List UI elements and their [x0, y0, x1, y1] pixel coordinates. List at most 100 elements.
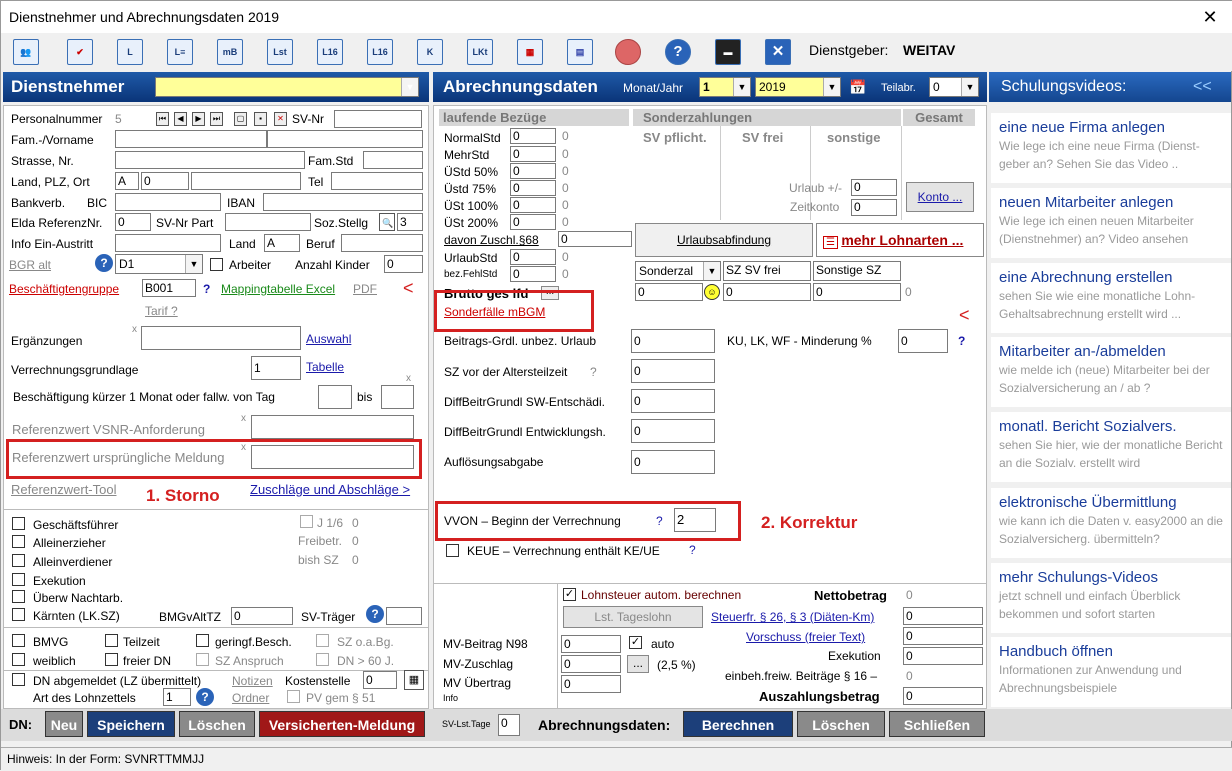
exekution-checkbox[interactable]	[12, 573, 25, 586]
next-record-button[interactable]: ▶	[192, 112, 205, 126]
toolbar-Lst-button[interactable]: Lst	[267, 39, 293, 65]
ort-input[interactable]	[191, 172, 301, 190]
bic-input[interactable]	[115, 193, 221, 211]
beschgrp-input[interactable]: B001	[142, 279, 196, 297]
diff1-input[interactable]: 0	[631, 389, 715, 413]
keue-help[interactable]: ?	[689, 543, 696, 557]
toolbar-K-button[interactable]: K	[417, 39, 443, 65]
mehrstd-input[interactable]: 0	[510, 146, 556, 162]
mv-uebertrag-input[interactable]: 0	[561, 675, 621, 693]
toolbar-Lm-button[interactable]: L≡	[167, 39, 193, 65]
freierdn-checkbox[interactable]	[105, 653, 118, 666]
auto-checkbox[interactable]: ✓	[629, 636, 642, 649]
auswahl-link[interactable]: Auswahl	[306, 332, 351, 346]
vorname-input[interactable]	[267, 130, 423, 148]
zuschlaege-link[interactable]: Zuschläge und Abschläge >	[250, 482, 410, 497]
famstd-input[interactable]	[363, 151, 423, 169]
ueberw-checkbox[interactable]	[12, 590, 25, 603]
smiley-icon[interactable]: ☺	[704, 284, 720, 300]
clapper-icon[interactable]: ▬	[715, 39, 741, 65]
land-input[interactable]: A	[115, 172, 139, 190]
svnr-input[interactable]	[334, 110, 422, 128]
close-window-button[interactable]: ✕	[1187, 1, 1232, 33]
elda-input[interactable]: 0	[115, 213, 151, 231]
ust200-input[interactable]: 0	[510, 214, 556, 230]
sonderzal-select[interactable]: Sonderzal ▼	[635, 261, 721, 281]
tarif-link[interactable]: Tarif ?	[145, 304, 178, 318]
video-item[interactable]: neuen Mitarbeiter anlegen Wie lege ich ei…	[991, 188, 1231, 258]
grid-icon[interactable]: ▦	[404, 670, 424, 690]
video-item[interactable]: monatl. Bericht Sozialvers. sehen Sie hie…	[991, 412, 1231, 482]
exekution-input[interactable]: 0	[903, 647, 983, 665]
ball-icon[interactable]	[615, 39, 641, 65]
jahr-select[interactable]: 2019 ▼	[755, 77, 841, 97]
pdf-link[interactable]: PDF	[353, 282, 377, 296]
schliessen-button[interactable]: Schließen	[889, 711, 985, 737]
ref-urspr-input[interactable]	[251, 445, 414, 469]
vgl-input[interactable]: 1	[251, 356, 301, 380]
bmvg-checkbox[interactable]	[12, 634, 25, 647]
ref-vsnr-clear[interactable]: x	[241, 413, 246, 424]
save-icon[interactable]: ▪	[254, 112, 267, 126]
sonstigesz-input[interactable]: 0	[813, 283, 901, 301]
land2-input[interactable]: A	[264, 234, 300, 252]
vvon-help[interactable]: ?	[656, 514, 663, 528]
sonderfaelle-link[interactable]: Sonderfälle mBGM	[444, 305, 545, 319]
notizen-link[interactable]: Notizen	[232, 674, 273, 688]
urlaubstd-input[interactable]: 0	[510, 249, 556, 265]
neu-button[interactable]: Neu	[45, 711, 83, 737]
help-icon[interactable]: ?	[366, 605, 384, 623]
kurz-clear[interactable]: x	[406, 373, 411, 384]
davon-link[interactable]: davon Zuschl.§68	[444, 233, 539, 247]
szsvfrei-input[interactable]: 0	[723, 283, 811, 301]
dn-select[interactable]: ▼	[155, 77, 419, 97]
beschgrp-help[interactable]: ?	[203, 282, 210, 296]
ust100-input[interactable]: 0	[510, 197, 556, 213]
mv-beitrag-input[interactable]: 0	[561, 635, 621, 653]
delete-icon[interactable]: ✕	[274, 112, 287, 126]
teilabr-select[interactable]: 0 ▼	[929, 77, 979, 97]
video-item[interactable]: elektronische Übermittlung wie kann ich d…	[991, 488, 1231, 558]
alleinerzieher-checkbox[interactable]	[12, 535, 25, 548]
toolbar-L16-button[interactable]: L16	[317, 39, 343, 65]
weiblich-checkbox[interactable]	[12, 653, 25, 666]
beschgrp-link[interactable]: Beschäftigtengruppe	[9, 282, 119, 296]
geringf-checkbox[interactable]	[196, 634, 209, 647]
normalstd-input[interactable]: 0	[510, 128, 556, 144]
pvgem-checkbox[interactable]	[287, 690, 300, 703]
calendar-icon[interactable]: 📅	[849, 72, 866, 102]
ustd50-input[interactable]: 0	[510, 163, 556, 179]
geschaeftsfuehrer-checkbox[interactable]	[12, 517, 25, 530]
video-item[interactable]: eine Abrechnung erstellen sehen Sie wie e…	[991, 263, 1231, 333]
steuerfr-input[interactable]: 0	[903, 607, 983, 625]
beitrags-input[interactable]: 0	[631, 329, 715, 353]
szvor-input[interactable]: 0	[631, 359, 715, 383]
ku-input[interactable]: 0	[898, 329, 948, 353]
bgr-select[interactable]: D1 ▼	[115, 254, 203, 274]
loeschen-abr-button[interactable]: Löschen	[797, 711, 885, 737]
sonderzal-input[interactable]: 0	[635, 283, 703, 301]
kaernten-checkbox[interactable]	[12, 608, 25, 621]
mehr-lohnarten-button[interactable]: ☰ mehr Lohnarten ...	[816, 223, 984, 257]
von-tag-input[interactable]	[318, 385, 352, 409]
tel-input[interactable]	[331, 172, 423, 190]
soz-stellg-button[interactable]: 🔍	[379, 213, 395, 231]
kinder-input[interactable]: 0	[384, 255, 423, 273]
vvon-input[interactable]: 2	[674, 508, 716, 532]
toolbar-mB-button[interactable]: mB	[217, 39, 243, 65]
ustd75-input[interactable]: 0	[510, 180, 556, 196]
help-icon[interactable]: ?	[196, 688, 214, 706]
video-item[interactable]: eine neue Firma anlegen Wie lege ich eine…	[991, 113, 1231, 183]
urlaubsabfindung-button[interactable]: Urlaubsabfindung	[635, 223, 813, 257]
ku-help[interactable]: ?	[958, 334, 965, 348]
bmgv-input[interactable]: 0	[231, 607, 293, 625]
help-icon[interactable]: ?	[665, 39, 691, 65]
ordner-link[interactable]: Ordner	[232, 691, 269, 705]
ergaenzungen-input[interactable]	[141, 326, 301, 350]
users-icon[interactable]: 👥	[13, 39, 39, 65]
video-item[interactable]: mehr Schulungs-Videos jetzt schnell und e…	[991, 563, 1231, 633]
first-record-button[interactable]: ⏮	[156, 112, 169, 126]
keue-checkbox[interactable]	[446, 544, 459, 557]
toolbar-L16-globe-button[interactable]: L16	[367, 39, 393, 65]
svlst-input[interactable]: 0	[498, 714, 520, 736]
